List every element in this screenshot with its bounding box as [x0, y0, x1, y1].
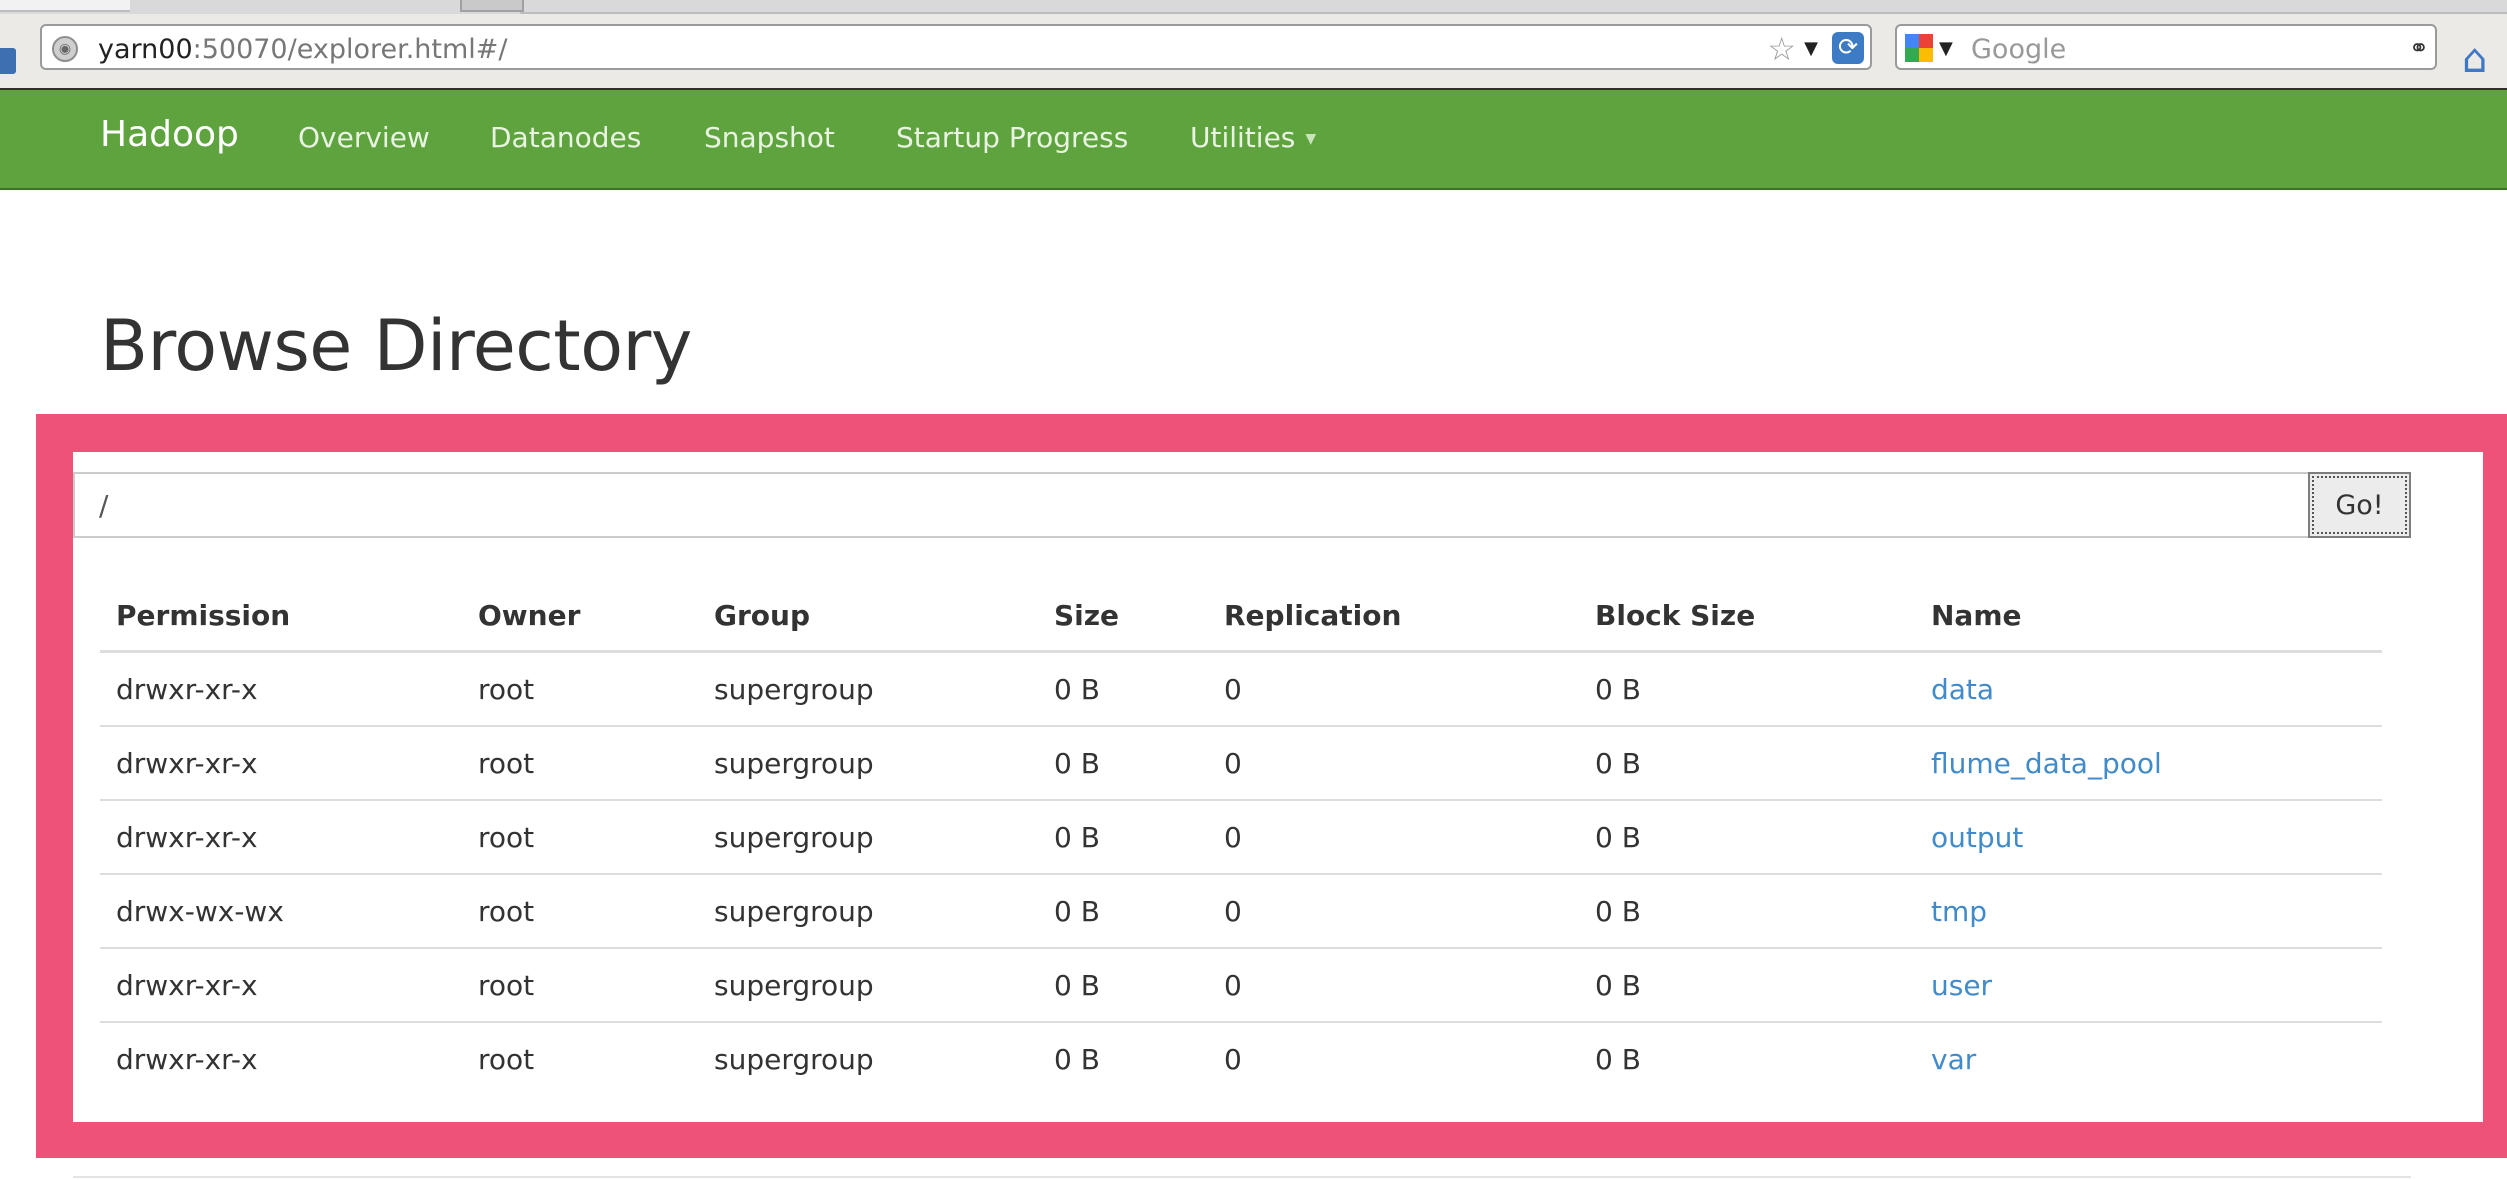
directory-link[interactable]: flume_data_pool: [1931, 747, 2162, 780]
cell-owner: root: [462, 874, 698, 949]
back-button[interactable]: [0, 48, 16, 74]
cell-size: 0 B: [1054, 1042, 1100, 1076]
tab-strip: [0, 0, 2507, 14]
cell-name: user: [1915, 948, 2382, 1023]
table-row: drwxr-xr-x root supergroup 0 B 0 0 B var: [100, 1022, 2382, 1095]
tab-strip-filler: [520, 0, 2507, 14]
directory-link[interactable]: var: [1931, 1043, 1976, 1076]
cell-owner: root: [462, 726, 698, 801]
cell-group: supergroup: [698, 800, 1038, 875]
cell-block-size: 0 B: [1579, 726, 1915, 801]
cell-permission: drwx-wx-wx: [100, 874, 462, 949]
cell-owner: root: [462, 651, 698, 727]
url-text: yarn00:50070/explorer.html#/: [98, 34, 508, 65]
nav-utilities[interactable]: Utilities ▼: [1190, 121, 1316, 154]
col-permission[interactable]: Permission: [100, 580, 462, 653]
search-placeholder: Google: [1971, 34, 2067, 65]
cell-replication: 0: [1208, 874, 1579, 949]
col-replication[interactable]: Replication: [1208, 580, 1579, 653]
cell-group: supergroup: [698, 874, 1038, 949]
cell-permission: drwxr-xr-x: [100, 800, 462, 875]
address-bar[interactable]: ◉ yarn00:50070/explorer.html#/ ☆ ▼ ⟳: [40, 24, 1872, 70]
cell-size: 0 B: [1038, 800, 1208, 875]
chevron-down-icon[interactable]: ▼: [1804, 38, 1818, 59]
cell-permission: drwxr-xr-x: [100, 651, 462, 727]
cell-size: 0 B: [1038, 948, 1208, 1023]
nav-utilities-label: Utilities: [1190, 121, 1296, 154]
browser-tab[interactable]: [0, 0, 130, 12]
col-block-size[interactable]: Block Size: [1579, 580, 1915, 653]
cell-name: data: [1915, 651, 2382, 727]
cell-group: supergroup: [714, 1042, 874, 1076]
col-name[interactable]: Name: [1915, 580, 2382, 653]
cell-name: flume_data_pool: [1915, 726, 2382, 801]
chevron-down-icon[interactable]: ▼: [1939, 38, 1953, 59]
cell-size: 0 B: [1038, 651, 1208, 727]
cell-block-size: 0 B: [1579, 948, 1915, 1023]
cell-replication: 0: [1208, 948, 1579, 1023]
table-row: drwxr-xr-x root supergroup 0 B 0 0 B out…: [100, 800, 2382, 875]
cell-owner: root: [462, 948, 698, 1023]
cell-block-size: 0 B: [1579, 651, 1915, 727]
table-row: drwxr-xr-x root supergroup 0 B 0 0 B flu…: [100, 726, 2382, 801]
table-row: drwx-wx-wx root supergroup 0 B 0 0 B tmp: [100, 874, 2382, 949]
cell-size: 0 B: [1038, 874, 1208, 949]
file-table: Permission Owner Group Size Replication …: [100, 580, 2382, 1095]
cell-name: output: [1915, 800, 2382, 875]
cell-owner: root: [462, 800, 698, 875]
path-input[interactable]: [73, 472, 2311, 538]
cell-owner: root: [478, 1042, 535, 1076]
directory-link[interactable]: user: [1931, 969, 1992, 1002]
cell-permission: drwxr-xr-x: [100, 726, 462, 801]
nav-overview[interactable]: Overview: [298, 121, 430, 154]
directory-link[interactable]: data: [1931, 673, 1994, 706]
directory-link[interactable]: tmp: [1931, 895, 1987, 928]
cell-permission: drwxr-xr-x: [100, 948, 462, 1023]
cell-group: supergroup: [698, 651, 1038, 727]
brand-logo[interactable]: Hadoop: [100, 114, 239, 155]
cell-replication: 0: [1224, 1042, 1242, 1076]
google-icon[interactable]: [1905, 34, 1933, 62]
cell-block-size: 0 B: [1579, 800, 1915, 875]
cell-replication: 0: [1208, 726, 1579, 801]
directory-link[interactable]: output: [1931, 821, 2023, 854]
search-bar[interactable]: ▼ Google ⚭: [1895, 24, 2437, 70]
table-header-row: Permission Owner Group Size Replication …: [100, 580, 2382, 653]
cell-name: tmp: [1915, 874, 2382, 949]
globe-icon: ◉: [52, 36, 78, 62]
caret-down-icon: ▼: [1305, 131, 1317, 147]
nav-snapshot[interactable]: Snapshot: [704, 121, 835, 154]
col-group[interactable]: Group: [698, 580, 1038, 653]
go-button[interactable]: Go!: [2308, 472, 2411, 538]
cell-name: var: [1915, 1022, 2382, 1095]
top-navbar: Hadoop Overview Datanodes Snapshot Start…: [0, 90, 2507, 190]
home-icon[interactable]: ⌂: [2462, 36, 2487, 82]
nav-datanodes[interactable]: Datanodes: [490, 121, 641, 154]
footer-divider: [73, 1176, 2411, 1178]
cell-block-size: 0 B: [1595, 1042, 1641, 1076]
browser-tab[interactable]: [460, 0, 524, 12]
cell-permission: drwxr-xr-x: [116, 1042, 258, 1076]
bookmark-star-icon[interactable]: ☆: [1767, 30, 1796, 68]
cell-size: 0 B: [1038, 726, 1208, 801]
cell-replication: 0: [1208, 651, 1579, 727]
cell-group: supergroup: [698, 948, 1038, 1023]
cell-group: supergroup: [698, 726, 1038, 801]
col-size[interactable]: Size: [1038, 580, 1208, 653]
nav-startup-progress[interactable]: Startup Progress: [896, 121, 1128, 154]
reload-icon[interactable]: ⟳: [1832, 32, 1864, 64]
table-row: drwxr-xr-x root supergroup 0 B 0 0 B dat…: [100, 651, 2382, 727]
binoculars-icon[interactable]: ⚭: [2409, 34, 2429, 62]
cell-replication: 0: [1208, 800, 1579, 875]
page-title: Browse Directory: [100, 305, 692, 387]
cell-block-size: 0 B: [1579, 874, 1915, 949]
col-owner[interactable]: Owner: [462, 580, 698, 653]
table-row: drwxr-xr-x root supergroup 0 B 0 0 B use…: [100, 948, 2382, 1023]
browser-toolbar: ◉ yarn00:50070/explorer.html#/ ☆ ▼ ⟳ ▼ G…: [0, 14, 2507, 90]
